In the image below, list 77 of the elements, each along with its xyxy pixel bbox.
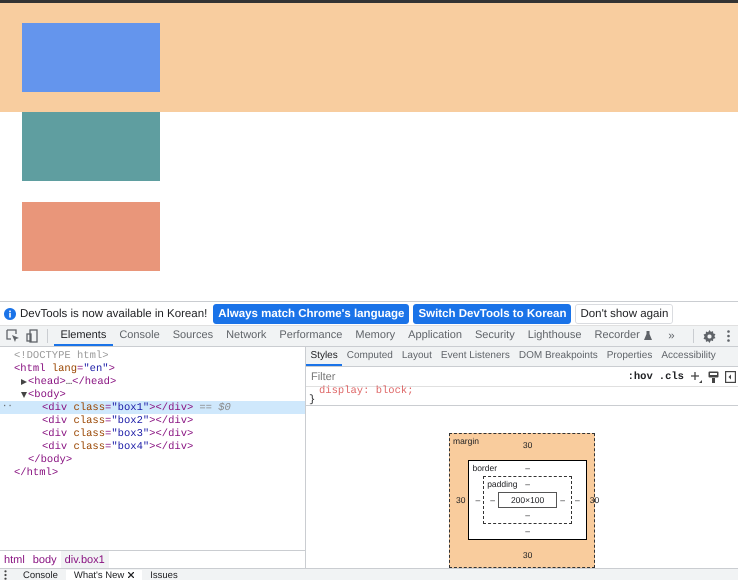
more-menu-icon[interactable] [727,330,730,342]
dom-node-text: <!DOCTYPE html> [14,350,109,362]
box-value: – [525,462,530,476]
panel-tab[interactable]: Console [112,326,166,346]
info-message: DevTools is now available in Korean! [20,308,208,320]
box-value: – [474,495,482,506]
box-value: 30 [522,549,532,562]
info-bar-button[interactable]: Don't show again [575,304,674,324]
box-value: – [559,495,566,506]
drawer-tab[interactable]: What's New [66,570,142,580]
hover-state-button[interactable]: :hov [628,370,653,382]
box-value: 30 [522,438,532,452]
device-icon[interactable] [26,329,38,343]
box-value: – [525,509,530,522]
dom-tree-row[interactable]: <div class="box2"></div> [0,414,305,427]
dom-node-text: <html lang="en"> [14,362,115,374]
settings-icon[interactable] [703,330,716,342]
drawer-tab[interactable]: Console [15,570,66,580]
panel-tab[interactable]: Elements [54,326,113,346]
node-reference: == $0 [199,402,231,414]
css-declaration: display: block; [318,387,415,396]
sidebar-tab[interactable]: Event Listeners [436,347,514,366]
dom-node-text: <div class="box1"></div> [42,402,194,414]
panel-tab[interactable]: Lighthouse [521,326,588,346]
box-value: – [525,525,530,538]
gutter-mark[interactable]: ·· [2,401,13,411]
dom-node-text: <head>…</head> [28,376,116,388]
panel-tab[interactable]: Memory [348,326,402,346]
expand-triangle-icon[interactable] [21,378,27,384]
sidebar-tab[interactable]: Styles [306,347,342,366]
info-icon [4,308,16,320]
panel-tab[interactable]: Performance [272,326,349,346]
dom-node-text: <body> [28,388,66,400]
dom-tree-row[interactable]: <html lang="en"> [0,362,305,375]
inspect-icon[interactable] [6,329,20,343]
dom-node-text: <div class="box2"></div> [42,414,194,426]
dom-tree-row[interactable]: <div class="box4"></div> [0,440,305,453]
sidebar-tab[interactable]: Layout [397,347,436,366]
breadcrumb[interactable]: html [0,551,29,568]
box-value: 30 [588,495,600,506]
class-button[interactable]: .cls [658,370,684,382]
panel-tab[interactable]: Recorder [588,326,658,346]
panel-tab[interactable]: Sources [166,326,220,346]
dom-tree-row[interactable]: ·· <div class="box1"></div> == $0 [0,401,305,414]
box-value: – [489,495,496,506]
box-label: padding [487,479,518,490]
dom-node-text: <div class="box4"></div> [42,440,194,452]
dom-tree-row[interactable]: <div class="box3"></div> [0,427,305,440]
more-tabs-button[interactable]: » [658,326,685,346]
more-menu-icon[interactable] [4,570,7,580]
breadcrumb[interactable]: body [28,551,61,568]
plus-icon[interactable] [690,370,702,382]
panel-tab[interactable]: Network [220,326,273,346]
box-value: 30 [455,495,466,506]
box-value: – [574,495,581,506]
sidebar-tab[interactable]: Accessibility [656,347,720,366]
content-size: 200×100 [498,492,558,508]
paint-roller-icon[interactable] [708,370,719,382]
rule-brace: } [309,396,316,405]
dom-tree-row[interactable]: <head>…</head> [0,375,305,388]
box-value: – [525,478,530,492]
info-bar-button[interactable]: Always match Chrome's language [213,304,410,324]
dom-node-text: </html> [14,466,58,478]
sidebar-tab[interactable]: Computed [342,347,398,366]
panel-tab[interactable]: Security [468,326,522,346]
sidebar-tab[interactable]: Properties [602,347,657,366]
sidebar-toggle-icon[interactable] [725,370,736,382]
drawer-tab[interactable]: Issues [142,570,186,580]
dom-node-text: <div class="box3"></div> [42,428,194,440]
panel-tab[interactable]: Application [402,326,468,346]
box-label: margin [453,436,479,446]
breadcrumb[interactable]: div.box1 [60,551,109,568]
dom-node-text: </body> [28,454,72,466]
info-bar-button[interactable]: Switch DevTools to Korean [413,304,572,324]
box-label: border [472,463,498,474]
close-icon[interactable] [128,572,134,578]
sidebar-tab[interactable]: DOM Breakpoints [514,347,602,366]
